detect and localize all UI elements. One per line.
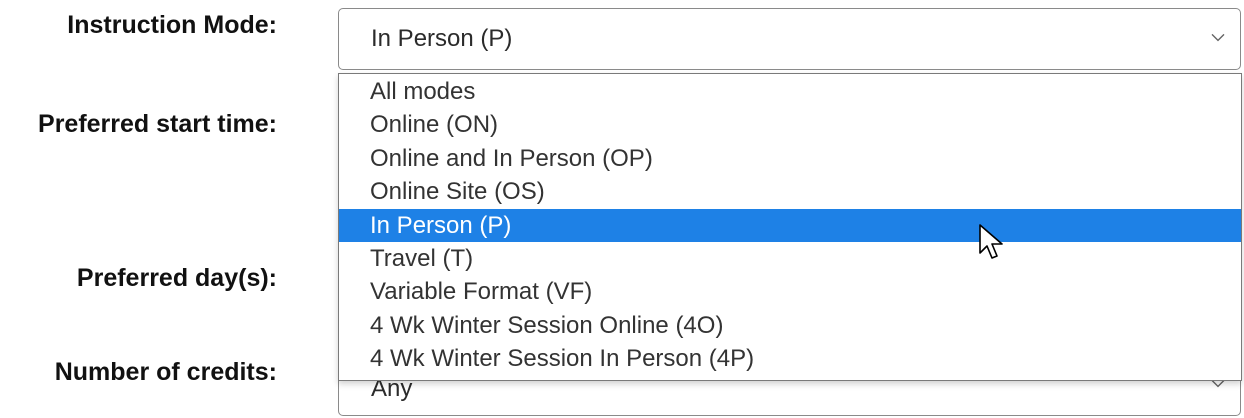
dropdown-option[interactable]: Online and In Person (OP) xyxy=(339,142,1241,175)
instruction-mode-value: In Person (P) xyxy=(371,25,513,52)
instruction-mode-dropdown-list[interactable]: All modes Online (ON) Online and In Person… xyxy=(338,73,1242,381)
mouse-pointer-icon xyxy=(979,224,1003,259)
chevron-down-icon xyxy=(1211,33,1225,42)
dropdown-option[interactable]: Online Site (OS) xyxy=(339,175,1241,208)
search-form: Instruction Mode: Preferred start time: … xyxy=(0,0,1244,418)
dropdown-option[interactable]: Variable Format (VF) xyxy=(339,275,1241,308)
dropdown-option[interactable]: 4 Wk Winter Session Online (4O) xyxy=(339,309,1241,342)
dropdown-option[interactable]: In Person (P) xyxy=(339,208,1241,242)
number-of-credits-label: Number of credits: xyxy=(54,358,277,386)
instruction-mode-select[interactable]: In Person (P) xyxy=(338,8,1241,70)
instruction-mode-label: Instruction Mode: xyxy=(67,11,277,39)
dropdown-option[interactable]: All modes xyxy=(339,75,1241,108)
preferred-days-label: Preferred day(s): xyxy=(76,264,277,292)
dropdown-option[interactable]: Travel (T) xyxy=(339,242,1241,275)
dropdown-option[interactable]: 4 Wk Winter Session In Person (4P) xyxy=(339,342,1241,375)
preferred-start-time-label: Preferred start time: xyxy=(38,110,277,138)
dropdown-option[interactable]: Online (ON) xyxy=(339,108,1241,141)
